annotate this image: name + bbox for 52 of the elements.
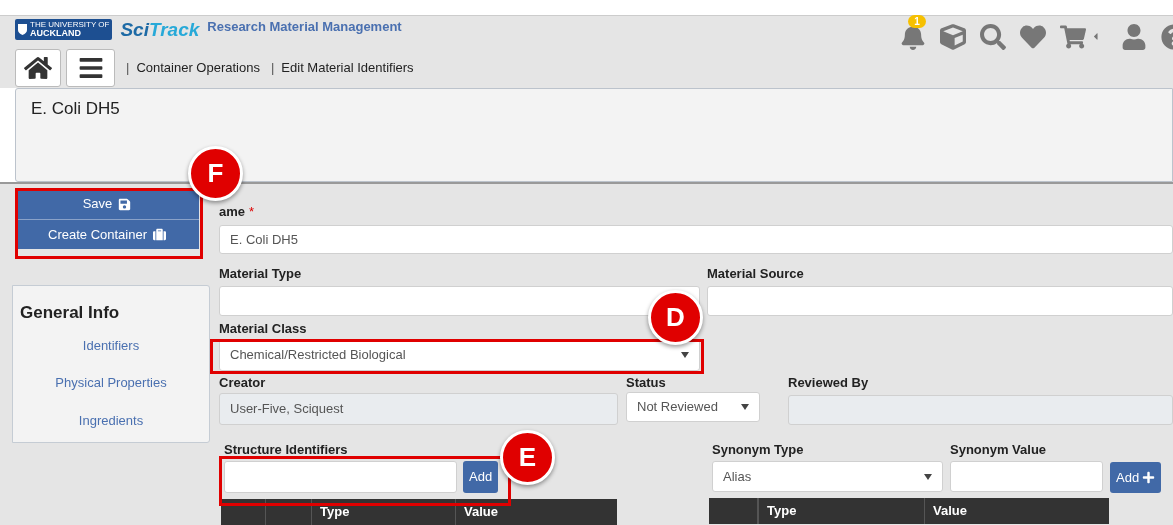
menu-button[interactable]: [66, 49, 115, 87]
breadcrumb-separator: |: [126, 59, 130, 78]
field-label: Creator: [219, 375, 266, 391]
input-field[interactable]: [224, 461, 457, 493]
field-label: Material Source: [707, 266, 804, 282]
plus-icon: [1142, 471, 1156, 484]
input-field[interactable]: E. Coli DH5: [219, 225, 1173, 254]
user-icon[interactable]: [1121, 23, 1147, 50]
breadcrumb-separator: |: [270, 59, 275, 78]
add-button[interactable]: Add: [1110, 462, 1162, 493]
create-container-button[interactable]: Create Container: [15, 219, 199, 249]
caret-icon: [741, 404, 749, 410]
add-button[interactable]: Add: [463, 461, 499, 493]
cart-icon[interactable]: [1060, 23, 1086, 50]
save-button[interactable]: Save: [15, 189, 199, 219]
caret-icon: [924, 473, 932, 480]
breadcrumb-link[interactable]: Container Operations: [136, 58, 260, 78]
search-icon[interactable]: [980, 23, 1006, 50]
select-field[interactable]: Alias: [712, 461, 943, 492]
home-button[interactable]: [15, 49, 61, 87]
breadcrumb-link[interactable]: Edit Material Identifiers: [281, 58, 414, 78]
menu-icon: [77, 55, 104, 81]
field-label: Structure Identifiers: [224, 442, 348, 458]
field-label: Synonym Value: [950, 442, 1047, 458]
material-title: E. Coli DH5: [31, 99, 120, 118]
required-marker: *: [249, 204, 255, 220]
field-label: Reviewed By: [788, 375, 869, 391]
sidebar-link[interactable]: Physical Properties: [55, 373, 167, 393]
sidebar-heading: General Info: [19, 302, 121, 324]
column-header: Type: [312, 499, 456, 525]
app-subtitle: Research Material Management: [207, 18, 402, 37]
home-icon: [24, 54, 52, 82]
input-field[interactable]: [950, 461, 1103, 492]
field-label: ame: [219, 204, 246, 220]
container-icon: [153, 228, 166, 241]
column-header: Value: [932, 502, 968, 521]
select-field[interactable]: Not Reviewed: [626, 392, 760, 422]
column-header: Value: [463, 503, 499, 522]
column-header: Type: [759, 498, 925, 524]
field-label: Material Class: [219, 321, 307, 337]
cube-icon[interactable]: [940, 23, 966, 50]
brand-name: SciTrack: [120, 20, 200, 39]
caret-icon: [681, 352, 689, 358]
field-label: Status: [626, 375, 666, 391]
field-label: Material Type: [219, 266, 302, 282]
sidebar-link[interactable]: Ingredients: [78, 410, 144, 430]
input-field[interactable]: [707, 286, 1173, 316]
heart-icon[interactable]: [1020, 23, 1046, 50]
field-label: Synonym Type: [712, 442, 804, 458]
save-icon: [118, 197, 132, 211]
university-logo: THE UNIVERSITY OF AUCKLAND: [15, 19, 113, 40]
sidebar-link[interactable]: Identifiers: [82, 335, 140, 355]
